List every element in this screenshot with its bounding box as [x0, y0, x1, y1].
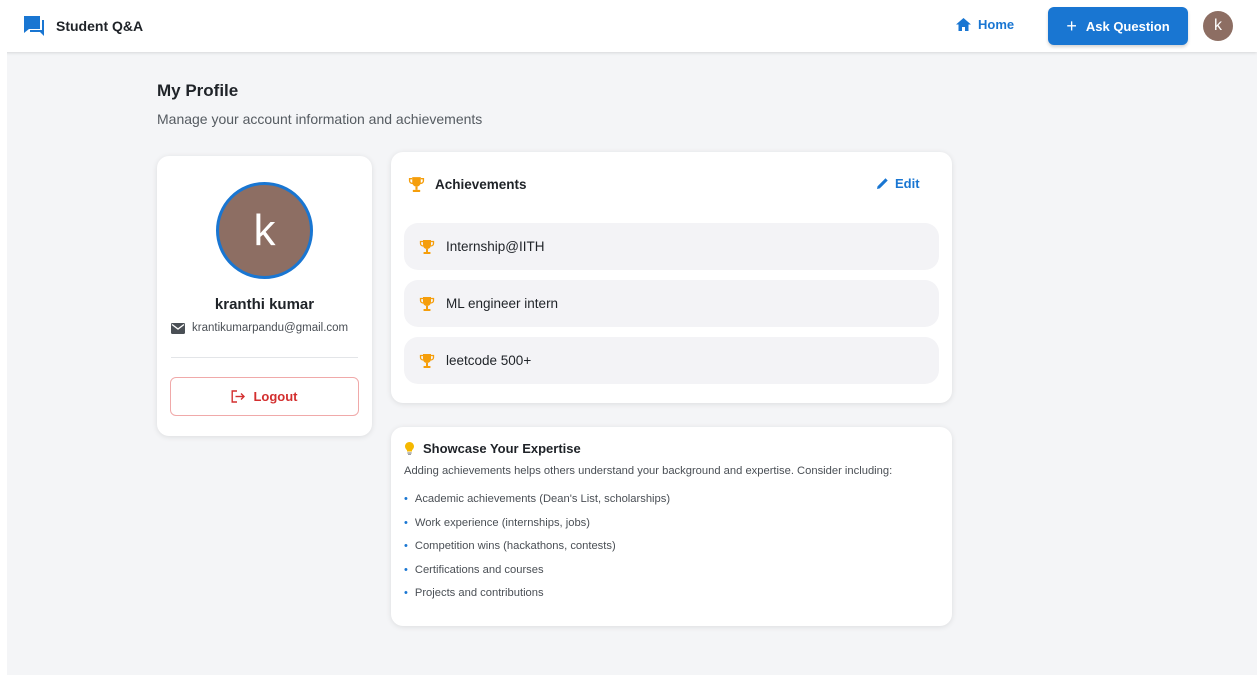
trophy-icon	[419, 239, 435, 254]
plus-icon: +	[1066, 16, 1077, 36]
edit-label: Edit	[895, 176, 920, 191]
mail-icon	[171, 322, 185, 334]
ask-question-button[interactable]: + Ask Question	[1048, 7, 1188, 45]
tip-text: Certifications and courses	[414, 563, 544, 576]
top-navbar: Student Q&A Home + Ask Question k	[0, 0, 1257, 52]
achievement-item: ML engineer intern	[404, 280, 939, 327]
edit-achievements-button[interactable]: Edit	[876, 176, 920, 191]
forum-icon	[24, 16, 44, 36]
logout-label: Logout	[253, 389, 298, 404]
app-title: Student Q&A	[56, 18, 144, 34]
list-item: • Projects and contributions	[404, 587, 670, 611]
tips-list: • Academic achievements (Dean's List, sch…	[404, 493, 670, 611]
achievements-title: Achievements	[435, 177, 527, 192]
achievements-header: Achievements	[408, 176, 527, 193]
profile-email-row: krantikumarpandu@gmail.com	[171, 322, 348, 334]
page-title: My Profile	[157, 81, 239, 100]
trophy-icon	[408, 177, 425, 192]
tip-text: Academic achievements (Dean's List, scho…	[414, 493, 671, 505]
tip-text: Competition wins (hackathons, contests)	[414, 540, 616, 552]
profile-email-text: krantikumarpandu@gmail.com	[192, 322, 349, 334]
tips-header: Showcase Your Expertise	[405, 441, 581, 456]
home-link-label: Home	[978, 17, 1015, 32]
logout-icon	[231, 390, 246, 403]
ask-question-label: Ask Question	[1085, 18, 1170, 34]
trophy-icon	[419, 296, 435, 311]
home-link[interactable]: Home	[956, 17, 1014, 32]
achievement-item: leetcode 500+	[404, 337, 939, 384]
lightbulb-icon	[405, 442, 414, 455]
left-edge-strip	[0, 52, 7, 675]
bullet-icon: •	[404, 516, 408, 529]
avatar-initial: k	[1214, 17, 1222, 34]
achievement-text: ML engineer intern	[446, 296, 559, 311]
profile-avatar-initial: k	[253, 205, 276, 255]
achievement-item: Internship@IITH	[404, 223, 939, 270]
bullet-icon: •	[404, 587, 408, 599]
tip-text: Work experience (internships, jobs)	[414, 516, 590, 529]
tips-title: Showcase Your Expertise	[423, 441, 581, 456]
list-item: • Academic achievements (Dean's List, sch…	[404, 493, 670, 517]
tips-description: Adding achievements helps others underst…	[404, 465, 893, 477]
bullet-icon: •	[404, 563, 408, 576]
achievement-text: Internship@IITH	[446, 239, 545, 254]
expertise-tips-card: Showcase Your Expertise Adding achieveme…	[391, 427, 952, 626]
achievement-text: leetcode 500+	[446, 353, 532, 368]
profile-name: kranthi kumar	[214, 296, 315, 313]
profile-card: k kranthi kumar krantikumarpandu@gmail.c…	[157, 156, 372, 436]
brand-logo-link[interactable]: Student Q&A	[22, 15, 143, 37]
user-avatar-button[interactable]: k	[1203, 11, 1233, 41]
profile-divider	[171, 357, 358, 358]
home-icon	[956, 18, 971, 31]
list-item: • Work experience (internships, jobs)	[404, 517, 670, 541]
page-subtitle: Manage your account information and achi…	[157, 111, 483, 127]
logout-button[interactable]: Logout	[170, 377, 359, 416]
pencil-icon	[877, 178, 888, 189]
bullet-icon: •	[404, 540, 408, 552]
list-item: • Certifications and courses	[404, 564, 670, 588]
tip-text: Projects and contributions	[414, 587, 544, 599]
list-item: • Competition wins (hackathons, contests)	[404, 540, 670, 564]
trophy-icon	[419, 353, 435, 368]
bullet-icon: •	[404, 493, 408, 505]
profile-avatar: k	[216, 182, 313, 279]
achievements-card: Achievements Edit Internship@IITH ML eng…	[391, 152, 952, 403]
